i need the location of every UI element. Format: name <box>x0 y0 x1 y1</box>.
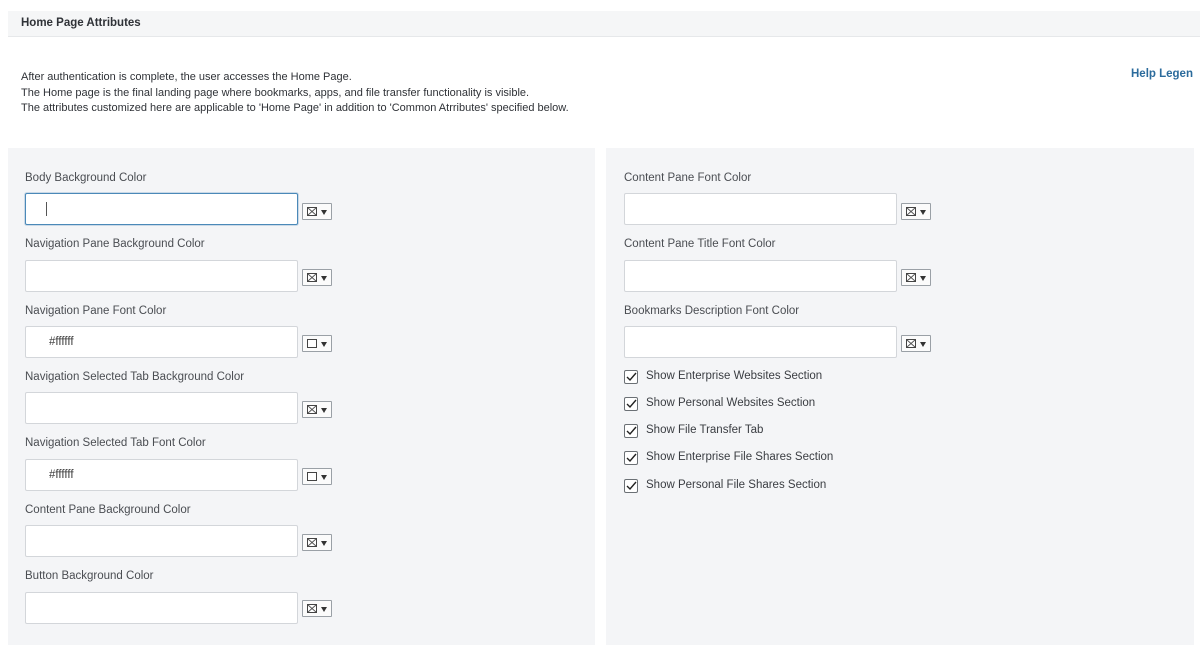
dropdown-arrow-icon <box>321 276 327 281</box>
show-file-transfer-checkbox[interactable] <box>624 424 638 438</box>
checkbox-label: Show File Transfer Tab <box>646 424 764 436</box>
dropdown-arrow-icon <box>920 342 926 347</box>
body-background-color-input[interactable] <box>25 193 298 225</box>
dropdown-arrow-icon <box>321 475 327 480</box>
intro-line: The attributes customized here are appli… <box>21 102 569 114</box>
navigation-selected-tab-font-color-input[interactable]: #ffffff <box>25 459 298 491</box>
color-picker-button[interactable] <box>901 203 931 220</box>
navigation-pane-background-color-label: Navigation Pane Background Color <box>25 238 205 250</box>
dropdown-arrow-icon <box>321 210 327 215</box>
content-pane-background-color-input[interactable] <box>25 525 298 557</box>
bookmarks-description-font-color-input[interactable] <box>624 326 897 358</box>
button-background-color-label: Button Background Color <box>25 570 154 582</box>
color-swatch-icon <box>307 339 317 348</box>
navigation-pane-font-color-input[interactable]: #ffffff <box>25 326 298 358</box>
no-color-icon <box>307 273 317 282</box>
navigation-pane-background-color-input[interactable] <box>25 260 298 292</box>
content-pane-font-color-label: Content Pane Font Color <box>624 172 752 184</box>
text-caret <box>46 201 47 216</box>
checkbox-label: Show Personal File Shares Section <box>646 479 827 491</box>
no-color-icon <box>307 207 317 216</box>
no-color-icon <box>906 339 916 348</box>
right-attributes-panel: Content Pane Font Color Content Pane Tit… <box>606 148 1194 645</box>
dropdown-arrow-icon <box>321 342 327 347</box>
body-background-color-label: Body Background Color <box>25 172 147 184</box>
color-swatch-icon <box>307 472 317 481</box>
no-color-icon <box>906 273 916 282</box>
show-enterprise-websites-checkbox[interactable] <box>624 370 638 384</box>
navigation-selected-tab-font-color-label: Navigation Selected Tab Font Color <box>25 437 206 449</box>
checkbox-label: Show Enterprise File Shares Section <box>646 451 834 463</box>
content-pane-title-font-color-input[interactable] <box>624 260 897 292</box>
color-picker-button[interactable] <box>302 468 332 485</box>
button-background-color-input[interactable] <box>25 592 298 624</box>
left-attributes-panel: Body Background Color Navigation Pane Ba… <box>8 148 595 645</box>
navigation-selected-tab-background-color-label: Navigation Selected Tab Background Color <box>25 371 245 383</box>
dropdown-arrow-icon <box>321 541 327 546</box>
color-picker-button[interactable] <box>302 534 332 551</box>
navigation-pane-font-color-label: Navigation Pane Font Color <box>25 305 167 317</box>
no-color-icon <box>307 538 317 547</box>
bookmarks-description-font-color-label: Bookmarks Description Font Color <box>624 305 800 317</box>
no-color-icon <box>906 207 916 216</box>
color-picker-button[interactable] <box>302 401 332 418</box>
color-picker-button[interactable] <box>302 203 332 220</box>
color-picker-button[interactable] <box>901 335 931 352</box>
section-header: Home Page Attributes <box>8 11 1200 37</box>
content-pane-title-font-color-label: Content Pane Title Font Color <box>624 238 776 250</box>
color-picker-button[interactable] <box>302 600 332 617</box>
content-pane-font-color-input[interactable] <box>624 193 897 225</box>
checkbox-label: Show Personal Websites Section <box>646 397 816 409</box>
intro-line: The Home page is the final landing page … <box>21 86 530 99</box>
show-personal-file-shares-checkbox[interactable] <box>624 479 638 493</box>
no-color-icon <box>307 604 317 613</box>
show-enterprise-file-shares-checkbox[interactable] <box>624 451 638 465</box>
color-picker-button[interactable] <box>901 269 931 286</box>
intro-line: After authentication is complete, the us… <box>21 71 352 83</box>
checkbox-label: Show Enterprise Websites Section <box>646 370 823 382</box>
dropdown-arrow-icon <box>920 276 926 281</box>
intro-text: After authentication is complete, the us… <box>21 70 569 117</box>
dropdown-arrow-icon <box>321 408 327 413</box>
show-personal-websites-checkbox[interactable] <box>624 397 638 411</box>
no-color-icon <box>307 405 317 414</box>
dropdown-arrow-icon <box>920 210 926 215</box>
color-picker-button[interactable] <box>302 269 332 286</box>
dropdown-arrow-icon <box>321 607 327 612</box>
navigation-selected-tab-background-color-input[interactable] <box>25 392 298 424</box>
color-picker-button[interactable] <box>302 335 332 352</box>
content-pane-background-color-label: Content Pane Background Color <box>25 504 191 516</box>
help-legend-link[interactable]: Help Legen <box>1131 68 1193 80</box>
